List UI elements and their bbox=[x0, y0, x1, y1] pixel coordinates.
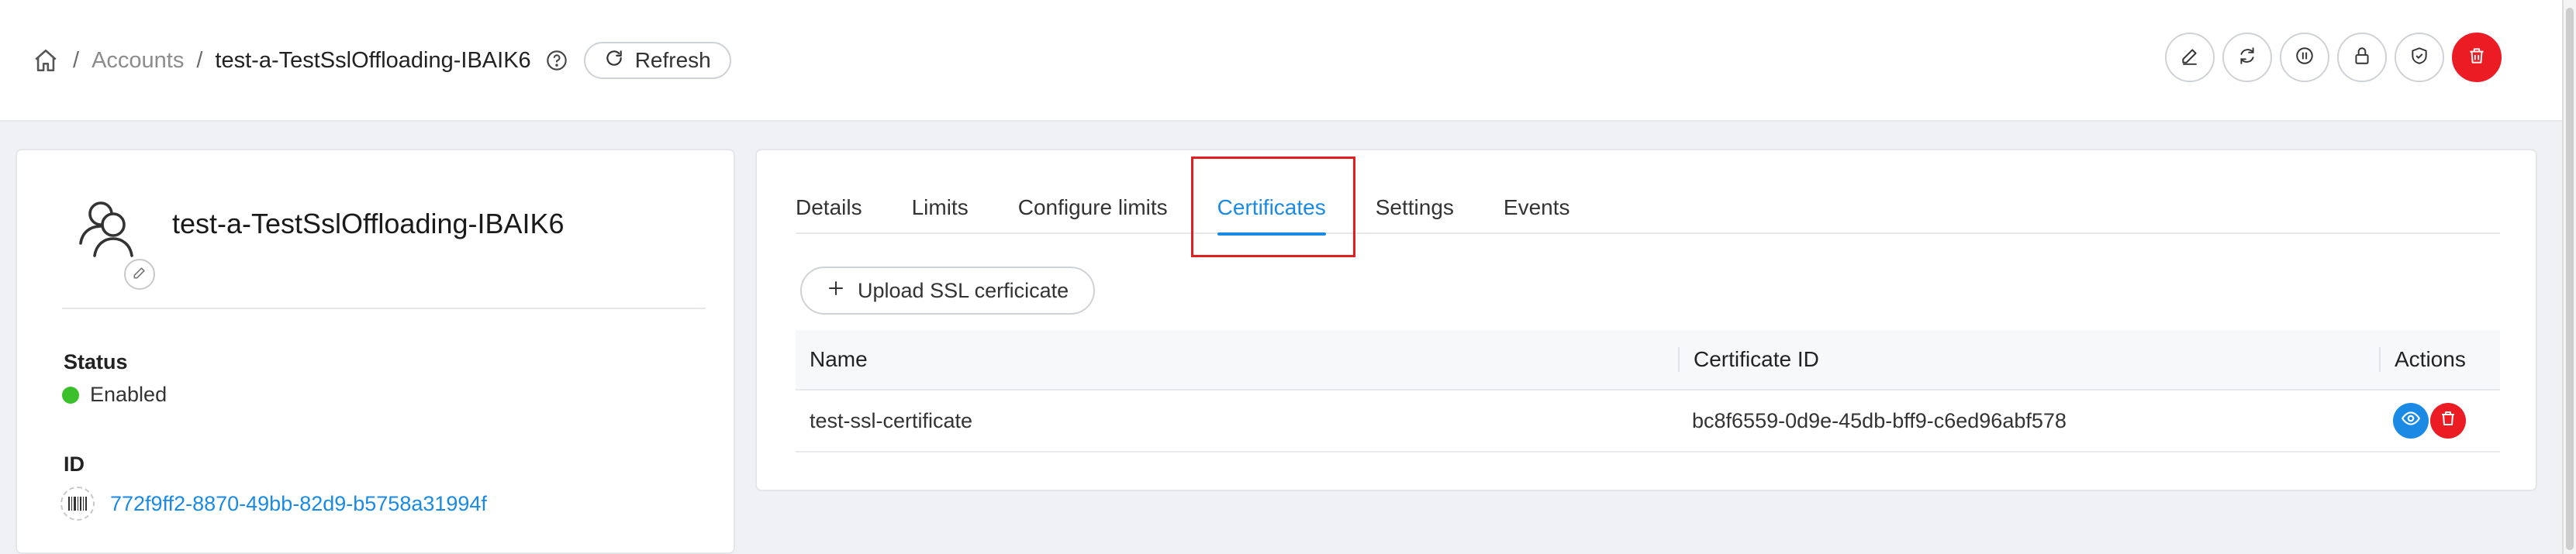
tab-settings[interactable]: Settings bbox=[1376, 181, 1454, 234]
edit-button[interactable] bbox=[2165, 33, 2215, 82]
tab-events[interactable]: Events bbox=[1504, 181, 1570, 234]
status-enabled-dot bbox=[62, 386, 79, 404]
status-value-row: Enabled bbox=[62, 383, 167, 407]
account-id-link[interactable]: 772f9ff2-8870-49bb-82d9-b5758a31994f bbox=[110, 492, 487, 516]
plus-icon bbox=[827, 279, 845, 303]
header-actions bbox=[2165, 33, 2502, 82]
lock-button[interactable] bbox=[2337, 33, 2387, 82]
refresh-icon bbox=[604, 48, 624, 74]
certificates-tab-highlight-box bbox=[1191, 157, 1355, 257]
sync-icon bbox=[2237, 46, 2257, 70]
pause-icon bbox=[2295, 46, 2315, 70]
status-value: Enabled bbox=[90, 383, 167, 406]
breadcrumb-separator: / bbox=[73, 47, 80, 73]
account-name: test-a-TestSslOffloading-IBAIK6 bbox=[172, 208, 565, 239]
tab-bar: Details Limits Configure limits Certific… bbox=[796, 181, 2500, 236]
delete-button[interactable] bbox=[2452, 33, 2502, 82]
refresh-button[interactable]: Refresh bbox=[583, 42, 731, 79]
sync-button[interactable] bbox=[2222, 33, 2272, 82]
breadcrumb-accounts-link[interactable]: Accounts bbox=[92, 48, 184, 74]
column-header-certificate-id: Certificate ID bbox=[1678, 347, 2379, 372]
certificates-table: Name Certificate ID Actions test-ssl-cer… bbox=[796, 330, 2500, 452]
top-bar: / Accounts / test-a-TestSslOffloading-IB… bbox=[0, 0, 2562, 122]
trash-icon bbox=[2439, 409, 2457, 433]
upload-ssl-certificate-button[interactable]: Upload SSL cerficicate bbox=[800, 267, 1096, 315]
column-header-name: Name bbox=[810, 347, 868, 371]
certificate-name-cell: test-ssl-certificate bbox=[810, 408, 973, 432]
lock-icon bbox=[2352, 46, 2372, 70]
pencil-icon bbox=[2180, 46, 2200, 70]
view-certificate-button[interactable] bbox=[2393, 403, 2429, 439]
tab-details[interactable]: Details bbox=[796, 181, 862, 234]
account-details-card: Details Limits Configure limits Certific… bbox=[755, 149, 2537, 491]
eye-icon bbox=[2401, 408, 2421, 434]
barcode-icon bbox=[60, 487, 95, 521]
scrollbar-thumb[interactable] bbox=[2566, 8, 2574, 550]
refresh-label: Refresh bbox=[634, 48, 711, 72]
avatar-edit-button[interactable] bbox=[124, 259, 155, 290]
pencil-icon bbox=[132, 265, 147, 284]
home-icon[interactable] bbox=[31, 46, 60, 75]
tab-limits[interactable]: Limits bbox=[912, 181, 969, 234]
upload-ssl-certificate-label: Upload SSL cerficicate bbox=[858, 278, 1069, 302]
trash-icon bbox=[2467, 46, 2487, 70]
breadcrumb-current: test-a-TestSslOffloading-IBAIK6 bbox=[215, 47, 531, 73]
vertical-scrollbar[interactable] bbox=[2562, 0, 2576, 554]
divider bbox=[62, 308, 706, 309]
shield-button[interactable] bbox=[2395, 33, 2444, 82]
pause-button[interactable] bbox=[2280, 33, 2329, 82]
tab-configure-limits[interactable]: Configure limits bbox=[1018, 181, 1168, 234]
account-avatar-icon bbox=[70, 191, 144, 265]
id-label: ID bbox=[64, 452, 85, 476]
column-header-actions: Actions bbox=[2379, 347, 2500, 372]
table-header: Name Certificate ID Actions bbox=[796, 330, 2500, 391]
certificate-id-cell: bc8f6559-0d9e-45db-bff9-c6ed96abf578 bbox=[1692, 408, 2067, 432]
delete-certificate-button[interactable] bbox=[2430, 403, 2466, 439]
id-value-row: 772f9ff2-8870-49bb-82d9-b5758a31994f bbox=[60, 487, 487, 521]
row-actions bbox=[2379, 403, 2500, 439]
status-label: Status bbox=[64, 350, 128, 373]
shield-check-icon bbox=[2409, 46, 2429, 70]
breadcrumb-separator: / bbox=[196, 47, 203, 73]
question-circle-icon[interactable] bbox=[544, 47, 570, 74]
table-row: test-ssl-certificate bc8f6559-0d9e-45db-… bbox=[796, 391, 2500, 452]
breadcrumb: / Accounts / test-a-TestSslOffloading-IB… bbox=[31, 40, 731, 81]
